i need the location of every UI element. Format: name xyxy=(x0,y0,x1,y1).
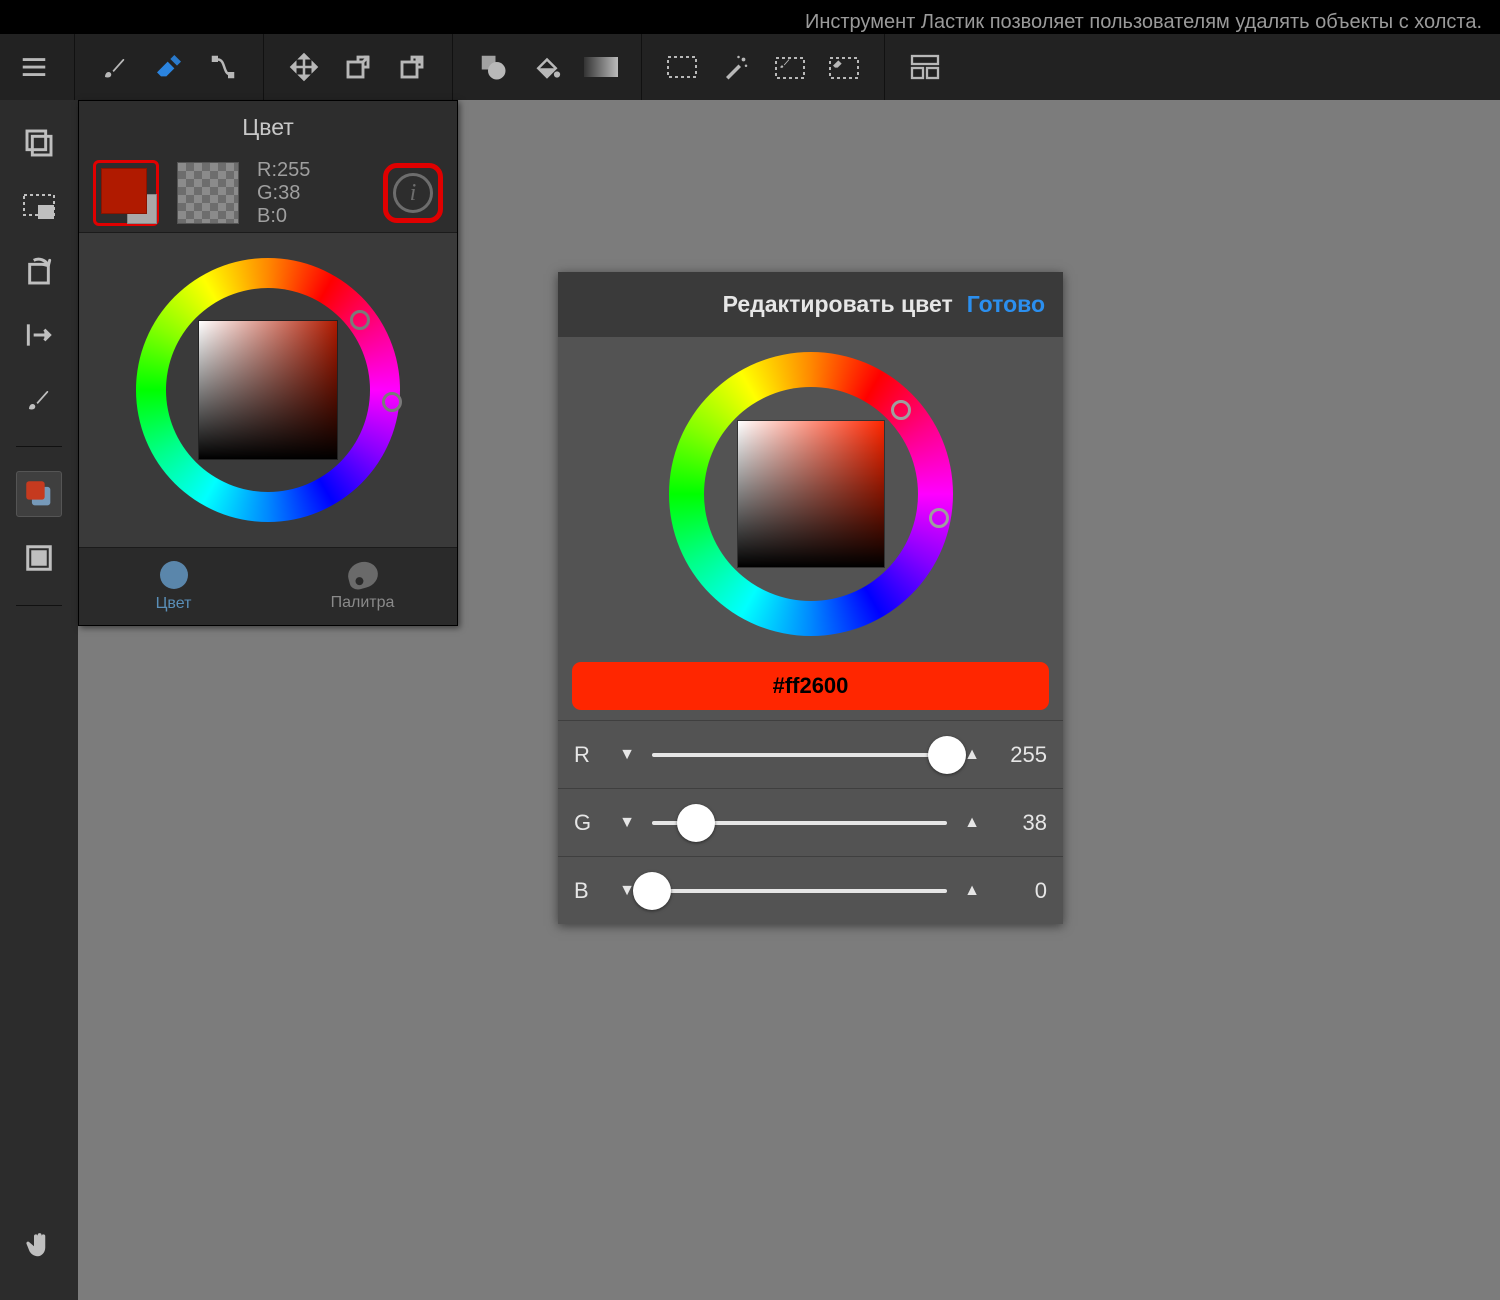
rgb-readout: R:255 G:38 B:0 xyxy=(257,159,365,228)
fill-tool-icon[interactable] xyxy=(527,47,567,87)
b-value: 0 xyxy=(997,878,1047,904)
palette-tab[interactable]: Палитра xyxy=(268,548,457,625)
palette-tab-icon xyxy=(345,558,381,591)
g-increment-icon[interactable]: ▲ xyxy=(961,814,983,832)
rgb-r: R:255 xyxy=(257,159,365,182)
erase-select-icon[interactable] xyxy=(824,47,864,87)
rotate-icon[interactable] xyxy=(16,248,62,294)
color-tab-label: Цвет xyxy=(156,595,192,613)
rgb-b: B:0 xyxy=(257,205,365,228)
canvas-settings-icon[interactable] xyxy=(16,535,62,581)
menu-icon[interactable] xyxy=(14,47,54,87)
magic-wand-icon[interactable] xyxy=(716,47,756,87)
top-toolbar xyxy=(0,34,1500,100)
done-button[interactable]: Готово xyxy=(967,291,1045,318)
color-wheel-small[interactable] xyxy=(79,233,457,547)
brush-select-icon[interactable] xyxy=(770,47,810,87)
g-label: G xyxy=(574,810,602,836)
rgb-g: G:38 xyxy=(257,182,365,205)
selection-layer-icon[interactable] xyxy=(16,184,62,230)
b-label: B xyxy=(574,878,602,904)
eraser-tool-icon[interactable] xyxy=(149,47,189,87)
gradient-tool-icon[interactable] xyxy=(581,47,621,87)
g-decrement-icon[interactable]: ▼ xyxy=(616,814,638,832)
path-tool-icon[interactable] xyxy=(203,47,243,87)
layers-icon[interactable] xyxy=(16,120,62,166)
g-slider-row: G ▼ ▲ 38 xyxy=(558,788,1063,856)
color-swatches-icon[interactable] xyxy=(16,471,62,517)
scale-down-icon[interactable] xyxy=(392,47,432,87)
info-icon[interactable]: i xyxy=(393,173,433,213)
foreground-background-swatch[interactable] xyxy=(93,160,159,226)
r-slider[interactable] xyxy=(652,753,947,757)
hex-display[interactable]: #ff2600 xyxy=(572,662,1049,710)
move-tool-icon[interactable] xyxy=(284,47,324,87)
brush-tool-icon[interactable] xyxy=(95,47,135,87)
hint-bar: Инструмент Ластик позволяет пользователя… xyxy=(0,0,1500,34)
r-slider-row: R ▼ ▲ 255 xyxy=(558,720,1063,788)
r-label: R xyxy=(574,742,602,768)
b-slider-row: B ▼ ▲ 0 xyxy=(558,856,1063,924)
shapes-tool-icon[interactable] xyxy=(473,47,513,87)
color-tab-icon xyxy=(160,561,188,589)
b-increment-icon[interactable]: ▲ xyxy=(961,882,983,900)
b-slider[interactable] xyxy=(652,889,947,893)
brush-settings-icon[interactable] xyxy=(16,376,62,422)
color-panel: Цвет R:255 G:38 B:0 i Цвет xyxy=(78,100,458,626)
g-value: 38 xyxy=(997,810,1047,836)
left-sidebar xyxy=(0,100,78,1300)
edit-color-panel: Редактировать цвет Готово #ff2600 R ▼ ▲ … xyxy=(558,272,1063,924)
edit-color-title: Редактировать цвет xyxy=(723,291,953,318)
g-slider[interactable] xyxy=(652,821,947,825)
scale-up-icon[interactable] xyxy=(338,47,378,87)
align-icon[interactable] xyxy=(16,312,62,358)
info-button-highlight: i xyxy=(383,163,443,223)
layout-icon[interactable] xyxy=(905,47,945,87)
color-tab[interactable]: Цвет xyxy=(79,548,268,625)
pan-hand-icon[interactable] xyxy=(16,1222,62,1268)
hint-text: Инструмент Ластик позволяет пользователя… xyxy=(10,11,1490,34)
color-wheel-large[interactable] xyxy=(558,337,1063,650)
r-decrement-icon[interactable]: ▼ xyxy=(616,746,638,764)
transparency-swatch[interactable] xyxy=(177,162,239,224)
r-value: 255 xyxy=(997,742,1047,768)
color-panel-title: Цвет xyxy=(79,101,457,154)
palette-tab-label: Палитра xyxy=(331,594,395,612)
marquee-select-icon[interactable] xyxy=(662,47,702,87)
